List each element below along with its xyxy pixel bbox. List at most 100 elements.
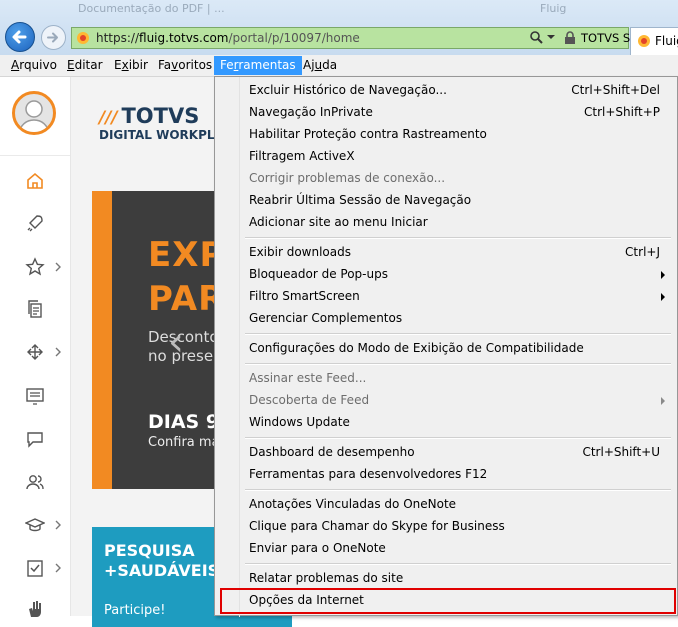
- menu-label-post: ramentas: [238, 58, 296, 72]
- brand-name: TOTVS: [121, 104, 200, 128]
- menu-label-post: oritos: [178, 58, 213, 72]
- menu-item-reopen-session[interactable]: Reabrir Última Sessão de Navegação: [217, 190, 675, 211]
- menu-label-pre: Aj: [303, 58, 315, 72]
- menu-item-label: Configurações do Modo de Exibição de Com…: [249, 341, 584, 355]
- url-text: https://fluig.totvs.com/portal/p/10097/h…: [96, 31, 360, 45]
- menu-separator: [245, 333, 671, 335]
- totvs-logo[interactable]: /// TOTVS DIGITAL WORKPLACE: [99, 104, 241, 142]
- chevron-right-icon[interactable]: [54, 262, 62, 272]
- rocket-icon[interactable]: [25, 213, 45, 233]
- menu-item-report-site-problems[interactable]: Relatar problemas do site: [217, 568, 675, 589]
- menu-item-send-to-onenote[interactable]: Enviar para o OneNote: [217, 538, 675, 559]
- submenu-arrow-icon: [661, 271, 665, 279]
- menu-item-smartscreen[interactable]: Filtro SmartScreen: [217, 286, 675, 307]
- browser-tab[interactable]: Fluig: [630, 27, 678, 55]
- tools-dropdown-menu: Excluir Histórico de Navegação... Ctrl+Sh…: [214, 76, 678, 617]
- banner-text-2: no presen: [148, 347, 223, 365]
- menu-item-onenote-linked-notes[interactable]: Anotações Vinculadas do OneNote: [217, 494, 675, 515]
- menu-item-shortcut: Ctrl+Shift+U: [582, 445, 660, 459]
- menu-arquivo[interactable]: Arquivo: [8, 57, 60, 74]
- menu-item-skype-click-to-call[interactable]: Clique para Chamar do Skype for Business: [217, 516, 675, 537]
- menu-separator: [245, 363, 671, 365]
- menu-item-label: Anotações Vinculadas do OneNote: [249, 497, 457, 511]
- menu-favoritos[interactable]: Favoritos: [155, 57, 215, 74]
- documents-icon[interactable]: [25, 299, 45, 319]
- menu-item-label: Habilitar Proteção contra Rastreamento: [249, 127, 487, 141]
- ghost-tab-text-2: Fluig: [540, 2, 567, 15]
- annotation-highlight-box: [220, 588, 676, 614]
- favicon-icon: [77, 32, 89, 44]
- hand-icon[interactable]: [25, 599, 45, 619]
- back-button[interactable]: [5, 22, 35, 52]
- menu-item-label: Filtragem ActiveX: [249, 149, 355, 163]
- ghost-tab-text: Documentação do PDF | ...: [78, 2, 225, 15]
- menu-label-pre: Fa: [158, 58, 172, 72]
- menu-item-label: Enviar para o OneNote: [249, 541, 386, 555]
- star-icon[interactable]: [25, 257, 45, 277]
- menu-accesskey: E: [67, 58, 75, 72]
- search-icon[interactable]: [529, 30, 543, 46]
- user-avatar-icon: [19, 100, 49, 132]
- people-icon[interactable]: [25, 472, 45, 492]
- menu-item-label: Gerenciar Complementos: [249, 311, 403, 325]
- chevron-down-icon[interactable]: [547, 35, 555, 40]
- menu-separator: [245, 237, 671, 239]
- menu-item-windows-update[interactable]: Windows Update: [217, 412, 675, 433]
- menu-item-performance-dashboard[interactable]: Dashboard de desempenho Ctrl+Shift+U: [217, 442, 675, 463]
- avatar[interactable]: [12, 91, 56, 135]
- menu-item-compatibility-view[interactable]: Configurações do Modo de Exibição de Com…: [217, 338, 675, 359]
- menu-item-downloads[interactable]: Exibir downloads Ctrl+J: [217, 242, 675, 263]
- sidebar-divider: [0, 155, 70, 156]
- menu-item-label: Exibir downloads: [249, 245, 351, 259]
- chevron-right-icon[interactable]: [54, 563, 62, 573]
- arrows-icon[interactable]: [25, 342, 45, 362]
- menu-item-f12-dev-tools[interactable]: Ferramentas para desenvolvedores F12: [217, 464, 675, 485]
- banner-stripe: [92, 191, 112, 489]
- menu-separator: [245, 489, 671, 491]
- chevron-right-icon[interactable]: [54, 347, 62, 357]
- banner-confira: Confira ma: [148, 435, 220, 450]
- url-path: /portal/p/10097/home: [228, 31, 360, 45]
- menu-item-feed-discovery: Descoberta de Feed: [217, 390, 675, 411]
- menu-accesskey: u: [314, 58, 323, 72]
- menu-item-tracking-protection[interactable]: Habilitar Proteção contra Rastreamento: [217, 124, 675, 145]
- menu-item-label: Windows Update: [249, 415, 350, 429]
- checklist-icon[interactable]: [25, 558, 45, 578]
- menu-item-label: Excluir Histórico de Navegação...: [249, 83, 447, 97]
- chevron-right-icon[interactable]: [54, 520, 62, 530]
- carousel-prev-icon[interactable]: ‹: [168, 319, 184, 365]
- home-icon[interactable]: [25, 171, 45, 191]
- menu-item-label: Reabrir Última Sessão de Navegação: [249, 193, 472, 207]
- tab-favicon-icon: [638, 35, 650, 47]
- menu-item-shortcut: Ctrl+Shift+Del: [571, 83, 660, 97]
- menu-exibir[interactable]: Exibir: [111, 57, 151, 74]
- menu-item-clear-history[interactable]: Excluir Histórico de Navegação... Ctrl+Sh…: [217, 80, 675, 101]
- forward-button[interactable]: [41, 25, 66, 50]
- list-icon[interactable]: [25, 386, 45, 406]
- menu-item-subscribe-feed: Assinar este Feed...: [217, 368, 675, 389]
- menu-item-add-to-start[interactable]: Adicionar site ao menu Iniciar: [217, 212, 675, 233]
- url-scheme: https://: [96, 31, 140, 45]
- menu-item-inprivate[interactable]: Navegação InPrivate Ctrl+Shift+P: [217, 102, 675, 123]
- menu-ferramentas[interactable]: Ferramentas: [214, 56, 302, 75]
- menu-label-post: ibir: [128, 58, 148, 72]
- menu-item-label: Relatar problemas do site: [249, 571, 404, 585]
- chat-icon[interactable]: [25, 429, 45, 449]
- menu-item-manage-addons[interactable]: Gerenciar Complementos: [217, 308, 675, 329]
- menu-item-activex-filtering[interactable]: Filtragem ActiveX: [217, 146, 675, 167]
- lock-icon[interactable]: [563, 31, 577, 45]
- menu-editar[interactable]: Editar: [64, 57, 106, 74]
- menu-label-post: rquivo: [19, 58, 57, 72]
- menu-item-label: Navegação InPrivate: [249, 105, 373, 119]
- browser-title-bar: Documentação do PDF | ... Fluig https://…: [0, 0, 678, 55]
- menu-label-pre: E: [114, 58, 122, 72]
- address-bar[interactable]: https://fluig.totvs.com/portal/p/10097/h…: [71, 27, 667, 49]
- graduation-cap-icon[interactable]: [25, 515, 45, 535]
- menu-item-label: Corrigir problemas de conexão...: [249, 171, 446, 185]
- tab-label: Fluig: [655, 34, 678, 48]
- menu-label-pre: Fe: [220, 58, 234, 72]
- menu-bar: Arquivo Editar Exibir Favoritos Ferramen…: [0, 55, 678, 77]
- menu-item-popup-blocker[interactable]: Bloqueador de Pop-ups: [217, 264, 675, 285]
- menu-label-post: da: [322, 58, 338, 72]
- menu-ajuda[interactable]: Ajuda: [300, 57, 340, 74]
